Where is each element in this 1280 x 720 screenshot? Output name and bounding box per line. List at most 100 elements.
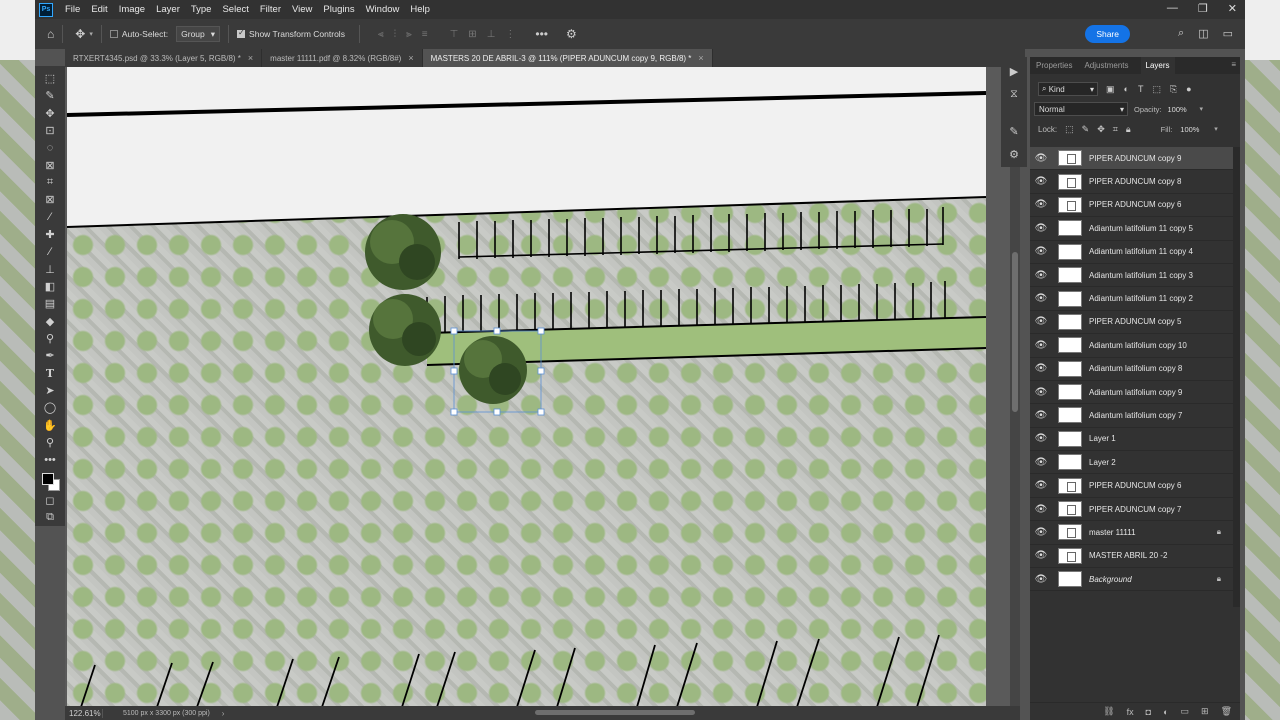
shape-filter-icon[interactable]: ⬚	[1152, 84, 1161, 95]
layer-row[interactable]: 👁︎ Adiantum latifolium 11 copy 4	[1030, 241, 1233, 264]
rect-marquee-icon[interactable]: ⬚	[39, 70, 61, 87]
menu-select[interactable]: Select	[222, 4, 248, 15]
new-adjustment-icon[interactable]: ◐	[1163, 707, 1168, 717]
visibility-eye-icon[interactable]: 👁︎	[1030, 410, 1052, 421]
distribute-vertical-icon[interactable]: ⋮	[505, 29, 515, 40]
play-icon[interactable]: ▶	[1010, 65, 1018, 78]
share-button[interactable]: Share	[1085, 25, 1130, 43]
layer-row[interactable]: 👁︎ Adiantum latifolium 11 copy 2	[1030, 287, 1233, 311]
layers-scrollbar[interactable]	[1233, 147, 1240, 607]
visibility-eye-icon[interactable]: 👁︎	[1030, 340, 1052, 351]
menu-layer[interactable]: Layer	[156, 4, 180, 15]
visibility-eye-icon[interactable]: 👁︎	[1030, 363, 1052, 374]
chevron-down-icon[interactable]: ▾	[1214, 125, 1218, 133]
status-chevron-icon[interactable]: ›	[222, 709, 225, 718]
layer-row[interactable]: 👁︎ PIPER ADUNCUM copy 7	[1030, 498, 1233, 522]
layer-row[interactable]: 👁︎ Adiantum latifolium copy 8	[1030, 358, 1233, 381]
workspace-icon[interactable]: ▭	[1223, 27, 1233, 40]
blend-mode-dropdown[interactable]: Normal ▾	[1034, 102, 1128, 116]
visibility-eye-icon[interactable]: 👁︎	[1030, 433, 1052, 444]
menu-window[interactable]: Window	[366, 4, 400, 15]
home-icon[interactable]: ⌂	[47, 27, 54, 41]
foreground-color-swatch[interactable]	[42, 472, 54, 485]
visibility-eye-icon[interactable]: 👁︎	[1030, 574, 1052, 585]
blur-icon[interactable]: ◆	[39, 313, 61, 330]
menu-edit[interactable]: Edit	[91, 4, 107, 15]
select-subject-icon[interactable]: ⊠	[39, 157, 61, 174]
layer-row[interactable]: 👁︎ MASTER ABRIL 20 -2	[1030, 545, 1233, 569]
layer-row[interactable]: 👁︎ Layer 1	[1030, 428, 1233, 452]
layer-row[interactable]: 👁︎ Adiantum latifolium copy 9	[1030, 381, 1233, 405]
add-mask-icon[interactable]: ◘	[1146, 707, 1151, 717]
layer-row[interactable]: 👁︎ Background 🔒︎	[1030, 568, 1233, 592]
tab-properties[interactable]: Properties	[1036, 61, 1072, 70]
menu-plugins[interactable]: Plugins	[323, 4, 354, 15]
menu-type[interactable]: Type	[191, 4, 212, 15]
lock-artboard-icon[interactable]: ⌗	[1113, 124, 1118, 135]
close-tab-icon[interactable]: ×	[248, 53, 253, 63]
lock-position-icon[interactable]: ✥	[1097, 124, 1105, 135]
layer-row[interactable]: 👁︎ PIPER ADUNCUM copy 5	[1030, 311, 1233, 335]
layer-row[interactable]: 👁︎ Layer 2	[1030, 451, 1233, 475]
gradient-icon[interactable]: ▤	[39, 295, 61, 312]
lock-transparent-icon[interactable]: ⬚	[1065, 124, 1074, 135]
show-transform-checkbox[interactable]	[237, 28, 246, 38]
layer-row[interactable]: 👁︎ PIPER ADUNCUM copy 6	[1030, 474, 1233, 498]
align-top-icon[interactable]: ⊤	[450, 29, 459, 40]
document-canvas[interactable]	[67, 67, 986, 707]
eraser-icon[interactable]: ◧	[39, 278, 61, 295]
gear-icon[interactable]: ⚙	[566, 27, 577, 41]
path-select-icon[interactable]: ➤	[39, 382, 61, 399]
visibility-eye-icon[interactable]: 👁︎	[1030, 316, 1052, 327]
zoom-level[interactable]: 122.61%	[65, 708, 103, 718]
adjustments-icon[interactable]: ⚙	[1009, 148, 1019, 161]
visibility-eye-icon[interactable]: 👁︎	[1030, 457, 1052, 468]
eyedropper-icon[interactable]: ⁄	[39, 209, 61, 226]
close-tab-icon[interactable]: ×	[408, 53, 413, 63]
visibility-eye-icon[interactable]: 👁︎	[1030, 176, 1052, 187]
link-layers-icon[interactable]: ⛓	[1103, 706, 1114, 717]
layer-row[interactable]: 👁︎ Adiantum latifolium 11 copy 3	[1030, 264, 1233, 288]
artboard-icon[interactable]: ⊡	[39, 122, 61, 139]
brush-icon[interactable]: ∕	[39, 243, 61, 260]
visibility-eye-icon[interactable]: 👁︎	[1030, 387, 1052, 398]
distribute-icon[interactable]: ≡	[422, 29, 428, 40]
brush-settings-icon[interactable]: ✎	[1009, 125, 1018, 138]
menu-filter[interactable]: Filter	[260, 4, 281, 15]
visibility-eye-icon[interactable]: 👁︎	[1030, 223, 1052, 234]
document-tab[interactable]: master 11111.pdf @ 8.32% (RGB/8#) ×	[262, 49, 423, 67]
layer-row[interactable]: 👁︎ Adiantum latifolium 11 copy 5	[1030, 217, 1233, 241]
align-right-icon[interactable]: ⫸	[406, 29, 412, 40]
menu-view[interactable]: View	[292, 4, 312, 15]
type-filter-icon[interactable]: T	[1138, 84, 1144, 95]
align-bottom-icon[interactable]: ⊥	[487, 29, 496, 40]
chevron-down-icon[interactable]: ▾	[1200, 105, 1204, 113]
fx-icon[interactable]: fx	[1127, 707, 1134, 717]
document-tab[interactable]: RTXERT4345.psd @ 33.3% (Layer 5, RGB/8) …	[65, 49, 263, 67]
learn-icon[interactable]: ◫	[1198, 27, 1208, 40]
visibility-eye-icon[interactable]: 👁︎	[1030, 270, 1052, 281]
menu-help[interactable]: Help	[410, 4, 430, 15]
hand-icon[interactable]: ✋	[39, 417, 61, 434]
new-group-icon[interactable]: ▭	[1181, 706, 1190, 717]
align-center-icon[interactable]: ⫶	[394, 29, 397, 40]
lock-all-icon[interactable]: 🔒︎	[1126, 124, 1131, 135]
more-tools-icon[interactable]: •••	[39, 451, 61, 468]
filter-toggle-icon[interactable]: ●	[1186, 84, 1191, 95]
minimize-button[interactable]: —	[1167, 2, 1178, 15]
close-tab-icon[interactable]: ×	[698, 53, 703, 63]
color-swatches[interactable]	[39, 469, 61, 492]
visibility-eye-icon[interactable]: 👁︎	[1030, 550, 1052, 561]
visibility-eye-icon[interactable]: 👁︎	[1030, 504, 1052, 515]
visibility-eye-icon[interactable]: 👁︎	[1030, 527, 1052, 538]
pixel-filter-icon[interactable]: ▣	[1106, 84, 1115, 95]
frame-icon[interactable]: ⊠	[39, 191, 61, 208]
align-left-icon[interactable]: ⫷	[378, 29, 384, 40]
visibility-eye-icon[interactable]: 👁︎	[1030, 480, 1052, 491]
quick-mask-icon[interactable]: ◻	[39, 492, 61, 509]
move-tool-icon[interactable]: ✥	[75, 27, 85, 41]
more-options-icon[interactable]: •••	[535, 27, 548, 41]
move-icon[interactable]: ✥	[39, 105, 61, 122]
panel-menu-icon[interactable]: ≡	[1231, 60, 1236, 69]
layer-row[interactable]: 👁︎ master 11111 🔒︎	[1030, 521, 1233, 545]
